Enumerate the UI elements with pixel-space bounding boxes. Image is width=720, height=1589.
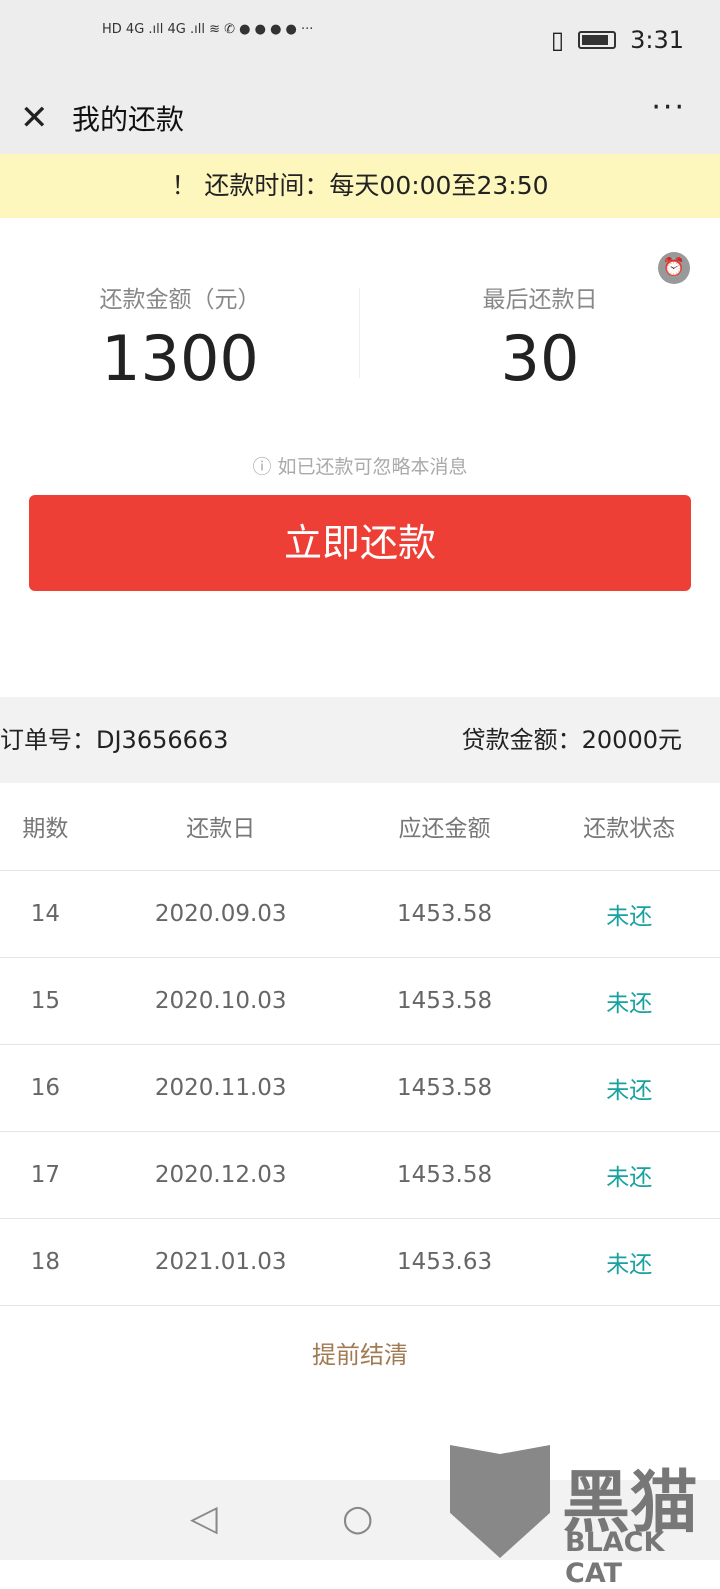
period: 15 xyxy=(0,957,91,1045)
back-icon[interactable]: ◁ xyxy=(190,1498,218,1539)
period: 17 xyxy=(0,1131,91,1219)
notification-icons: HD 4G .ıll 4G .ıll ≋ ✆ ● ● ● ● ··· xyxy=(102,22,314,37)
alarm-clock-icon[interactable]: ⏰ xyxy=(658,252,690,284)
status: 未还 xyxy=(538,957,720,1045)
cat-shield-logo xyxy=(450,1445,550,1558)
date: 2020.12.03 xyxy=(90,1131,351,1219)
pay-now-button[interactable]: 立即还款 xyxy=(29,495,691,591)
amount-label: 还款金额（元） xyxy=(99,287,261,313)
period: 14 xyxy=(0,870,91,958)
amount: 1453.58 xyxy=(350,1131,539,1219)
home-icon[interactable]: ○ xyxy=(342,1498,373,1539)
table-row: 17 2020.12.03 1453.58 未还 xyxy=(0,1131,720,1219)
early-settlement-link[interactable]: 提前结清 xyxy=(0,1335,720,1370)
period: 16 xyxy=(0,1044,91,1132)
date: 2020.10.03 xyxy=(90,957,351,1045)
header-amount: 应还金额 xyxy=(350,783,539,871)
date: 2020.09.03 xyxy=(90,870,351,958)
clock: 3:31 xyxy=(630,26,684,54)
amount: 1453.63 xyxy=(350,1218,539,1306)
black-cat-watermark: 黑猫 BLACK CAT xyxy=(450,1445,720,1589)
order-info: 订单号：DJ3656663 贷款金额：20000元 xyxy=(0,697,720,783)
loan-amount: 贷款金额：20000元 xyxy=(461,726,682,754)
more-icon[interactable]: ··· xyxy=(651,90,686,125)
date: 2020.11.03 xyxy=(90,1044,351,1132)
status: 未还 xyxy=(538,1044,720,1132)
repayment-summary: 还款金额（元） 1300 最后还款日 30 ⏰ xyxy=(0,218,720,398)
status-bar: HD 4G .ıll 4G .ıll ≋ ✆ ● ● ● ● ··· ▯ 3:31 xyxy=(0,0,720,80)
repayment-time-notice: ！ 还款时间：每天00:00至23:50 xyxy=(0,154,720,218)
due-label: 最后还款日 xyxy=(482,287,598,313)
period: 18 xyxy=(0,1218,91,1306)
order-number: 订单号：DJ3656663 xyxy=(0,726,229,754)
table-row: 16 2020.11.03 1453.58 未还 xyxy=(0,1044,720,1132)
table-row: 15 2020.10.03 1453.58 未还 xyxy=(0,957,720,1045)
close-icon[interactable]: ✕ xyxy=(20,98,49,138)
header-period: 期数 xyxy=(0,783,91,871)
header-status: 还款状态 xyxy=(538,783,720,871)
ignore-hint: ⓘ 如已还款可忽略本消息 xyxy=(252,456,468,478)
amount-value: 1300 xyxy=(101,322,259,395)
status: 未还 xyxy=(538,1218,720,1306)
due-value: 30 xyxy=(500,322,580,395)
header-date: 还款日 xyxy=(90,783,351,871)
repayment-table: 期数 还款日 应还金额 还款状态 14 2020.09.03 1453.58 未还 1… xyxy=(0,783,720,1306)
page-title: 我的还款 xyxy=(72,103,185,136)
vibrate-icon: ▯ xyxy=(550,26,565,54)
amount: 1453.58 xyxy=(350,1044,539,1132)
table-header: 期数 还款日 应还金额 还款状态 xyxy=(0,783,720,871)
status: 未还 xyxy=(538,870,720,958)
table-row: 14 2020.09.03 1453.58 未还 xyxy=(0,870,720,958)
table-row: 18 2021.01.03 1453.63 未还 xyxy=(0,1218,720,1306)
status: 未还 xyxy=(538,1131,720,1219)
amount: 1453.58 xyxy=(350,870,539,958)
date: 2021.01.03 xyxy=(90,1218,351,1306)
divider xyxy=(359,288,360,378)
title-bar: ✕ 我的还款 ··· xyxy=(0,80,720,154)
watermark-en: BLACK CAT xyxy=(565,1527,665,1589)
battery-icon xyxy=(578,31,617,49)
amount: 1453.58 xyxy=(350,957,539,1045)
